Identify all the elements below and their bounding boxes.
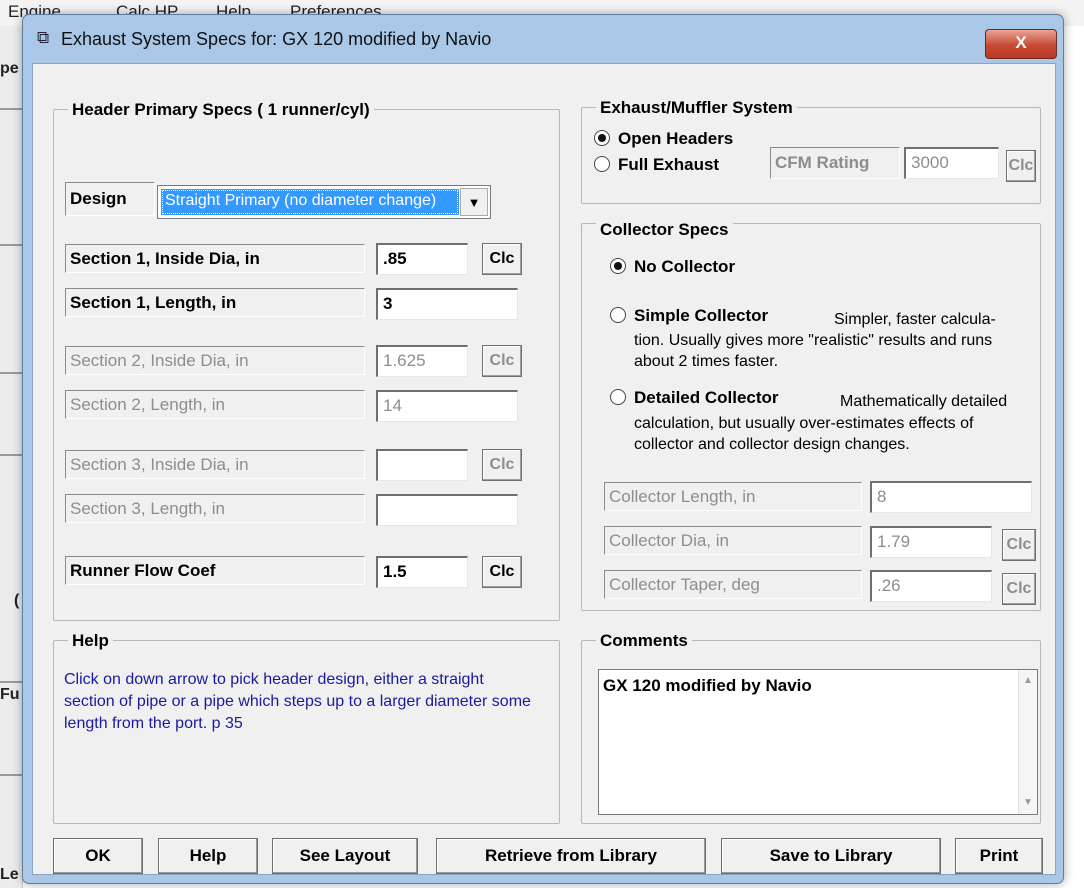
section2-dia-clc-button[interactable]: Clc: [482, 345, 522, 377]
bg-fragment: (: [14, 592, 20, 609]
bg-divider: [0, 454, 22, 456]
comments-group: Comments GX 120 modified by Navio ▲ ▼: [581, 631, 1041, 824]
section1-dia-label: Section 1, Inside Dia, in: [65, 244, 365, 273]
comments-scrollbar[interactable]: ▲ ▼: [1018, 670, 1037, 814]
section3-dia-label: Section 3, Inside Dia, in: [65, 450, 365, 479]
radio-icon[interactable]: [610, 307, 626, 323]
help-group: Help Click on down arrow to pick header …: [53, 631, 560, 824]
collector-taper-clc-button[interactable]: Clc: [1002, 573, 1036, 605]
radio-icon[interactable]: [610, 389, 626, 405]
design-selected-value: Straight Primary (no diameter change): [161, 189, 459, 215]
runner-flow-coef-clc-button[interactable]: Clc: [482, 556, 522, 588]
collector-specs-title: Collector Specs: [596, 220, 733, 240]
collector-taper-input[interactable]: .26: [870, 570, 992, 602]
close-icon: X: [1015, 33, 1027, 52]
dialog-client-area: Header Primary Specs ( 1 runner/cyl) Des…: [32, 63, 1056, 875]
background-window-edge: [0, 26, 23, 888]
chevron-down-icon[interactable]: ▼: [460, 188, 488, 216]
collector-dia-clc-button[interactable]: Clc: [1002, 529, 1036, 561]
detailed-collector-radio[interactable]: Detailed Collector: [610, 388, 779, 412]
window-icon[interactable]: ⧉: [37, 28, 49, 48]
collector-length-input[interactable]: 8: [870, 481, 1032, 513]
title-bar[interactable]: ⧉ Exhaust System Specs for: GX 120 modif…: [23, 15, 1063, 63]
simple-collector-label: Simple Collector: [634, 306, 769, 325]
no-collector-label: No Collector: [634, 257, 736, 276]
simple-collector-radio[interactable]: Simple Collector: [610, 306, 768, 330]
section3-dia-clc-button[interactable]: Clc: [482, 449, 522, 481]
section2-dia-input[interactable]: 1.625: [376, 345, 468, 377]
cfm-rating-input[interactable]: 3000: [904, 147, 999, 179]
ok-button[interactable]: OK: [53, 838, 143, 874]
comments-title: Comments: [596, 631, 692, 651]
collector-length-label: Collector Length, in: [604, 482, 862, 511]
open-headers-label: Open Headers: [618, 129, 734, 148]
bg-divider: [0, 681, 22, 683]
window-title: Exhaust System Specs for: GX 120 modifie…: [61, 29, 492, 49]
comments-textarea[interactable]: GX 120 modified by Navio ▲ ▼: [598, 669, 1038, 815]
comments-text: GX 120 modified by Navio: [603, 676, 812, 695]
radio-icon[interactable]: [594, 156, 610, 172]
help-text: Click on down arrow to pick header desig…: [64, 671, 531, 732]
runner-flow-coef-label: Runner Flow Coef: [65, 556, 365, 585]
header-primary-specs-group: Header Primary Specs ( 1 runner/cyl) Des…: [53, 100, 560, 621]
section1-dia-input[interactable]: .85: [376, 243, 468, 275]
exhaust-muffler-title: Exhaust/Muffler System: [596, 98, 797, 118]
bg-divider: [0, 372, 22, 374]
section2-dia-label: Section 2, Inside Dia, in: [65, 346, 365, 375]
simple-collector-description: tion. Usually gives more "realistic" res…: [634, 332, 993, 370]
radio-selected-icon[interactable]: [610, 258, 626, 274]
detailed-collector-desc-inline: Mathematically detailed: [840, 393, 1008, 410]
full-exhaust-radio[interactable]: Full Exhaust: [594, 155, 719, 179]
scroll-down-icon[interactable]: ▼: [1019, 794, 1037, 812]
open-headers-radio[interactable]: Open Headers: [594, 129, 733, 153]
design-dropdown[interactable]: Straight Primary (no diameter change) ▼: [157, 185, 491, 219]
cfm-rating-clc-button[interactable]: Clc: [1006, 150, 1036, 182]
section2-length-label: Section 2, Length, in: [65, 390, 365, 419]
scroll-up-icon[interactable]: ▲: [1019, 672, 1037, 690]
bg-divider: [0, 774, 22, 776]
simple-collector-desc-inline: Simpler, faster calcula-: [834, 311, 996, 328]
header-primary-specs-title: Header Primary Specs ( 1 runner/cyl): [68, 100, 374, 120]
collector-dia-label: Collector Dia, in: [604, 526, 862, 555]
section1-length-label: Section 1, Length, in: [65, 288, 365, 317]
exhaust-specs-dialog: ⧉ Exhaust System Specs for: GX 120 modif…: [22, 14, 1064, 884]
see-layout-button[interactable]: See Layout: [272, 838, 418, 874]
help-title: Help: [68, 631, 113, 651]
bg-divider: [0, 108, 22, 110]
cfm-rating-label: CFM Rating: [770, 147, 900, 179]
print-button[interactable]: Print: [955, 838, 1043, 874]
full-exhaust-label: Full Exhaust: [618, 155, 720, 174]
detailed-collector-label: Detailed Collector: [634, 388, 779, 407]
section1-dia-clc-button[interactable]: Clc: [482, 243, 522, 275]
close-button[interactable]: X: [985, 29, 1057, 59]
collector-dia-input[interactable]: 1.79: [870, 526, 992, 558]
collector-taper-label: Collector Taper, deg: [604, 570, 862, 599]
help-button[interactable]: Help: [158, 838, 258, 874]
section2-length-input[interactable]: 14: [376, 390, 518, 422]
design-label: Design: [65, 182, 155, 216]
bg-divider: [0, 244, 22, 246]
detailed-collector-description: calculation, but usually over-estimates …: [634, 415, 974, 453]
section1-length-input[interactable]: 3: [376, 288, 518, 320]
no-collector-radio[interactable]: No Collector: [610, 257, 735, 281]
collector-specs-group: Collector Specs No Collector Simple Coll…: [581, 220, 1041, 611]
retrieve-from-library-button[interactable]: Retrieve from Library: [436, 838, 706, 874]
exhaust-muffler-group: Exhaust/Muffler System Open Headers Full…: [581, 98, 1041, 204]
bg-fragment: Le: [0, 866, 19, 883]
bg-fragment: pe: [0, 60, 19, 77]
section3-length-input[interactable]: [376, 494, 518, 526]
section3-length-label: Section 3, Length, in: [65, 494, 365, 523]
radio-selected-icon[interactable]: [594, 130, 610, 146]
section3-dia-input[interactable]: [376, 449, 468, 481]
bg-fragment: Fu: [0, 686, 20, 703]
save-to-library-button[interactable]: Save to Library: [721, 838, 941, 874]
runner-flow-coef-input[interactable]: 1.5: [376, 556, 468, 588]
